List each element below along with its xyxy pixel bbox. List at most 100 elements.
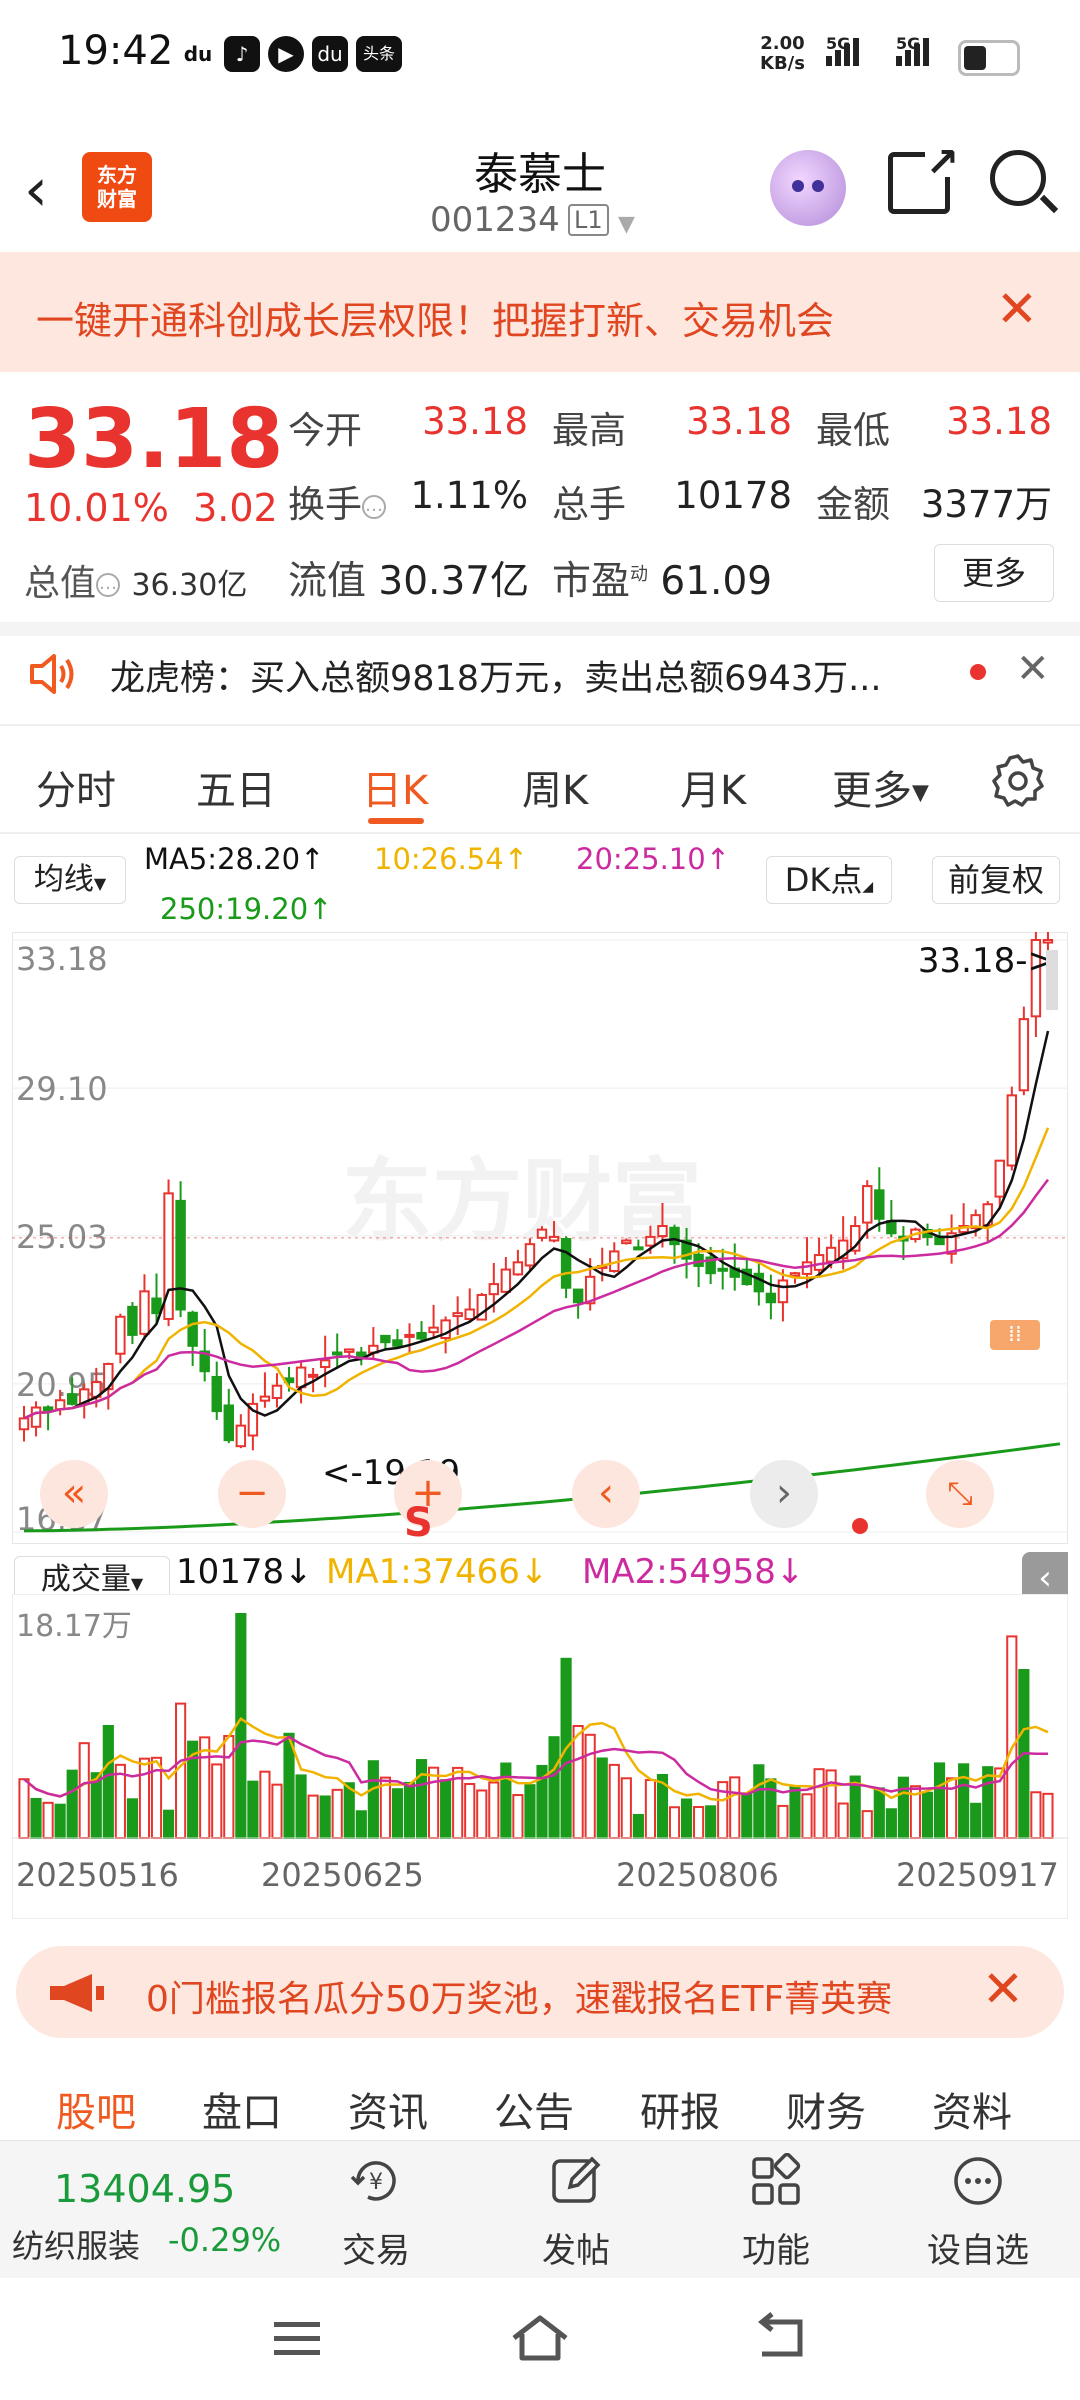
function-button[interactable]: 功能: [706, 2152, 846, 2272]
tab-pankou[interactable]: 盘口: [202, 2080, 282, 2138]
gear-icon[interactable]: [990, 752, 1046, 808]
tab-daily-k[interactable]: 日K: [362, 758, 428, 816]
volume-bar: [391, 1788, 404, 1839]
tab-profile[interactable]: 资料: [932, 2080, 1012, 2138]
bottom-toolbar: 13404.95 纺织服装 -0.29% ¥ 交易 发帖 功能 设自选: [0, 2140, 1080, 2279]
tab-news[interactable]: 资讯: [348, 2080, 428, 2138]
candle: [127, 1305, 138, 1336]
fullscreen-icon[interactable]: ⤡: [926, 1460, 994, 1528]
candle: [452, 1312, 463, 1318]
close-icon[interactable]: ✕: [996, 280, 1038, 338]
menu-icon[interactable]: [272, 2318, 322, 2358]
more-button[interactable]: 更多: [934, 544, 1054, 602]
candle: [488, 1283, 500, 1296]
y-tick-label: 33.18: [16, 940, 108, 978]
volume-bar: [1006, 1635, 1018, 1840]
add-watchlist-button[interactable]: 设自选: [908, 2153, 1048, 2272]
volume-bar: [126, 1798, 138, 1839]
high-value: 33.18: [686, 400, 792, 443]
tab-weekly-k[interactable]: 周K: [522, 758, 588, 816]
kline-chart[interactable]: 33.1829.1025.0320.9516.87东方财富33.18-><-19…: [12, 932, 1068, 1544]
candle: [416, 1332, 427, 1340]
tab-announcement[interactable]: 公告: [494, 2080, 574, 2138]
post-button[interactable]: 发帖: [506, 2153, 646, 2272]
adjust-button[interactable]: 前复权: [932, 856, 1060, 904]
tab-more[interactable]: 更多▼: [832, 758, 929, 816]
volume-bar: [319, 1795, 331, 1840]
pe-ratio: 市盈动 61.09: [552, 559, 773, 604]
volume-chart: 18.17万 20250516 20250625 20250806 20250917: [12, 1594, 1068, 1919]
step-left-icon[interactable]: ‹: [572, 1460, 640, 1528]
red-dot: [852, 1518, 868, 1534]
chevron-down-icon[interactable]: ▼: [618, 212, 635, 237]
sector-name[interactable]: 纺织服装: [12, 2221, 140, 2267]
volume-bar: [500, 1762, 512, 1839]
volume-bar: [596, 1757, 608, 1839]
ma1-legend: MA1:37466↓: [326, 1552, 549, 1592]
dk-button[interactable]: DK点◢: [766, 856, 892, 904]
volume-bar: [223, 1735, 235, 1839]
ad-banner[interactable]: 0门槛报名瓜分50万奖池，速戳报名ETF菁英赛 ✕: [16, 1946, 1064, 2038]
divider: [0, 832, 1080, 834]
step-right-icon[interactable]: ›: [750, 1460, 818, 1528]
volume-bar: [331, 1788, 343, 1840]
tab-monthly-k[interactable]: 月K: [680, 758, 746, 816]
candle: [428, 1326, 439, 1334]
candle: [307, 1373, 319, 1378]
sector-index-value[interactable]: 13404.95: [54, 2167, 235, 2211]
share-icon[interactable]: ↗: [888, 143, 959, 214]
volume-bar: [825, 1769, 837, 1840]
home-icon[interactable]: [508, 2312, 572, 2364]
tab-intraday[interactable]: 分时: [36, 758, 116, 816]
x-tick-label: 20250516: [16, 1856, 179, 1894]
volume-bar: [921, 1791, 934, 1839]
signal1-icon: [826, 38, 862, 72]
ma20-legend: 20:25.10↑: [576, 842, 731, 876]
toutiao-icon: 头条: [356, 36, 402, 72]
tab-five-day[interactable]: 五日: [196, 758, 276, 816]
zoom-out-icon[interactable]: −: [218, 1460, 286, 1528]
volume-bar: [440, 1779, 452, 1839]
volume-bar: [608, 1763, 620, 1840]
volume-bar: [259, 1770, 271, 1840]
candle: [464, 1308, 475, 1321]
tab-guba[interactable]: 股吧: [56, 2080, 136, 2138]
volume-bar: [753, 1764, 765, 1839]
candle: [151, 1297, 162, 1315]
candle: [825, 1246, 837, 1263]
volume-bar: [632, 1813, 644, 1839]
level-badge: L1: [568, 204, 609, 236]
candle: [1006, 1094, 1018, 1167]
trade-button[interactable]: ¥ 交易: [306, 2153, 446, 2272]
candle: [223, 1404, 235, 1442]
volume-label: 总手: [552, 483, 626, 526]
assistant-avatar-icon[interactable]: [770, 150, 846, 226]
ma10-legend: 10:26.54↑: [374, 842, 529, 876]
promo-banner[interactable]: 一键开通科创成长层权限！把握打新、交易机会 ✕: [0, 252, 1080, 372]
pan-left-icon[interactable]: «: [40, 1460, 108, 1528]
volume-bar: [837, 1802, 849, 1839]
volume-bar: [801, 1793, 813, 1839]
candle: [801, 1261, 813, 1275]
back-nav-icon[interactable]: [752, 2312, 808, 2362]
ad-text: 0门槛报名瓜分50万奖池，速戳报名ETF菁英赛: [146, 1979, 893, 2020]
volume-bar: [42, 1801, 54, 1839]
indicator-select[interactable]: 均线▼: [14, 856, 126, 904]
tab-finance[interactable]: 财务: [786, 2080, 866, 2138]
volume-bar: [620, 1777, 632, 1839]
candle: [1018, 1018, 1030, 1092]
tab-research[interactable]: 研报: [640, 2080, 720, 2138]
stock-code[interactable]: 001234: [430, 200, 560, 240]
price-change: 10.01% 3.02: [24, 486, 278, 530]
y-tick-label: 25.03: [16, 1218, 108, 1256]
speaker-icon: [30, 654, 74, 694]
longhu-notice[interactable]: 龙虎榜：买入总额9818万元，卖出总额6943万...: [110, 650, 882, 701]
volume-bar: [102, 1725, 114, 1839]
ma250-line: [23, 1442, 1061, 1533]
volume-bar: [211, 1763, 223, 1839]
battery-icon: [958, 40, 1020, 76]
close-icon[interactable]: ✕: [1016, 646, 1050, 692]
close-icon[interactable]: ✕: [982, 1960, 1024, 2018]
search-icon[interactable]: [990, 150, 1046, 206]
candle: [30, 1406, 42, 1428]
